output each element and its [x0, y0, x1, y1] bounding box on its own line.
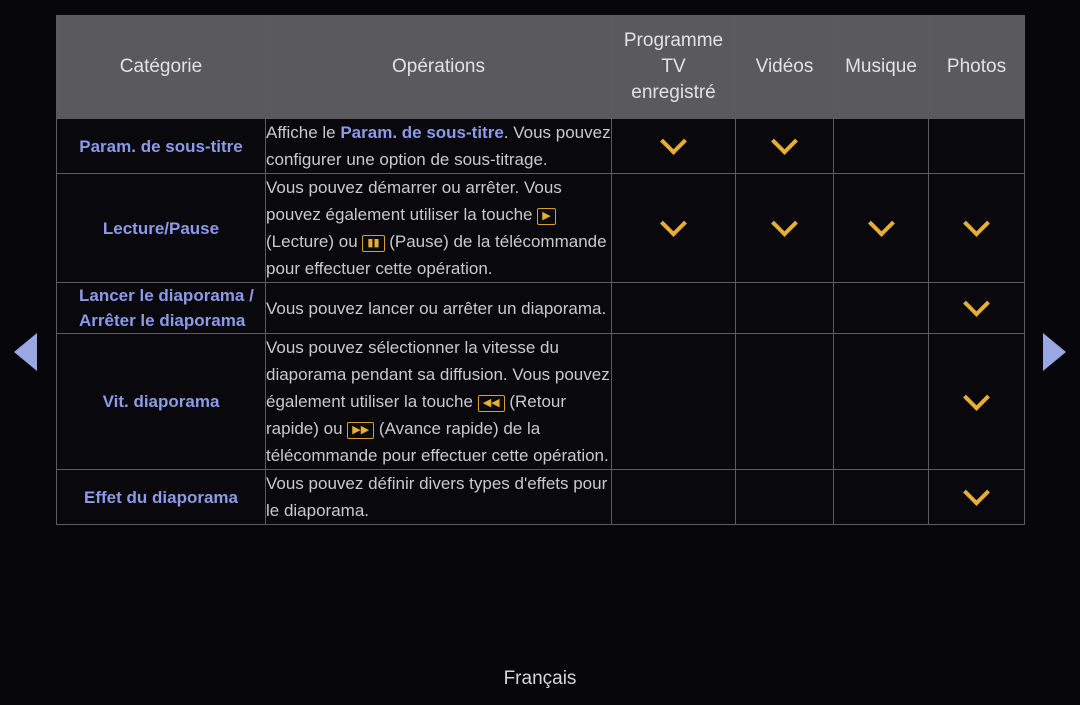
chevron-down-icon	[963, 479, 990, 506]
cell-music	[833, 118, 929, 174]
operations-table: Catégorie Opérations Programme TV enregi…	[56, 15, 1025, 525]
ops-highlight-term: Param. de sous-titre	[340, 123, 504, 142]
cell-recorded-tv	[611, 282, 736, 334]
chevron-down-icon	[963, 290, 990, 317]
column-header-recorded-tv: Programme TV enregistré	[611, 15, 736, 119]
column-header-category: Catégorie	[56, 15, 266, 119]
row-category-label: Param. de sous-titre	[56, 118, 266, 174]
play-key-icon: ▶	[537, 208, 556, 225]
cell-photos	[928, 118, 1025, 174]
row-category-label: Vit. diaporama	[56, 333, 266, 470]
fast-forward-key-icon: ▶▶	[347, 422, 375, 439]
cell-photos	[928, 173, 1025, 283]
cell-music	[833, 282, 929, 334]
column-header-videos: Vidéos	[735, 15, 834, 119]
chevron-down-icon	[963, 383, 990, 411]
row-category-label: Lancer le diaporama / Arrêter le diapora…	[56, 282, 266, 334]
cell-photos	[928, 282, 1025, 334]
chevron-down-icon	[660, 210, 687, 237]
row-category-label: Lecture/Pause	[56, 173, 266, 283]
table-header-row: Catégorie Opérations Programme TV enregi…	[56, 15, 1025, 119]
cell-music	[833, 469, 929, 525]
row-operations-description: Vous pouvez sélectionner la vitesse du d…	[265, 333, 612, 470]
chevron-down-icon	[660, 128, 687, 155]
row-operations-description: Vous pouvez lancer ou arrêter un diapora…	[265, 282, 612, 334]
rewind-key-icon: ◀◀	[477, 395, 505, 412]
cell-videos	[735, 469, 834, 525]
ops-text-lead: Vous pouvez démarrer ou arrêter. Vous po…	[266, 178, 562, 224]
next-page-arrow[interactable]	[1043, 333, 1066, 371]
ops-text-lead: Affiche le	[266, 123, 341, 142]
cell-videos	[735, 333, 834, 470]
chevron-down-icon	[771, 210, 798, 237]
operations-table-container: Catégorie Opérations Programme TV enregi…	[56, 15, 1025, 525]
cell-recorded-tv	[611, 173, 736, 283]
table-row: Param. de sous-titre Affiche le Param. d…	[56, 118, 1025, 174]
cell-videos	[735, 282, 834, 334]
table-row: Lancer le diaporama / Arrêter le diapora…	[56, 282, 1025, 334]
ops-text-mid: (Lecture) ou	[266, 232, 363, 251]
table-row: Vit. diaporama Vous pouvez sélectionner …	[56, 333, 1025, 470]
table-row: Lecture/Pause Vous pouvez démarrer ou ar…	[56, 173, 1025, 283]
cell-music	[833, 333, 929, 470]
chevron-down-icon	[963, 210, 990, 237]
pause-key-icon: ▮▮	[362, 235, 385, 252]
row-operations-description: Affiche le Param. de sous-titre. Vous po…	[265, 118, 612, 174]
cell-photos	[928, 469, 1025, 525]
cell-videos	[735, 118, 834, 174]
column-header-photos: Photos	[928, 15, 1025, 119]
row-operations-description: Vous pouvez définir divers types d'effet…	[265, 469, 612, 525]
cell-recorded-tv	[611, 333, 736, 470]
chevron-down-icon	[867, 210, 895, 237]
table-row: Effet du diaporama Vous pouvez définir d…	[56, 469, 1025, 525]
chevron-down-icon	[771, 128, 798, 155]
footer-language-label: Français	[503, 668, 577, 689]
cell-music	[833, 173, 929, 283]
row-category-label: Effet du diaporama	[56, 469, 266, 525]
cell-videos	[735, 173, 834, 283]
cell-recorded-tv	[611, 469, 736, 525]
column-header-music: Musique	[833, 15, 929, 119]
row-operations-description: Vous pouvez démarrer ou arrêter. Vous po…	[265, 173, 612, 283]
prev-page-arrow[interactable]	[14, 333, 37, 371]
column-header-operations: Opérations	[265, 15, 612, 119]
cell-photos	[928, 333, 1025, 470]
cell-recorded-tv	[611, 118, 736, 174]
